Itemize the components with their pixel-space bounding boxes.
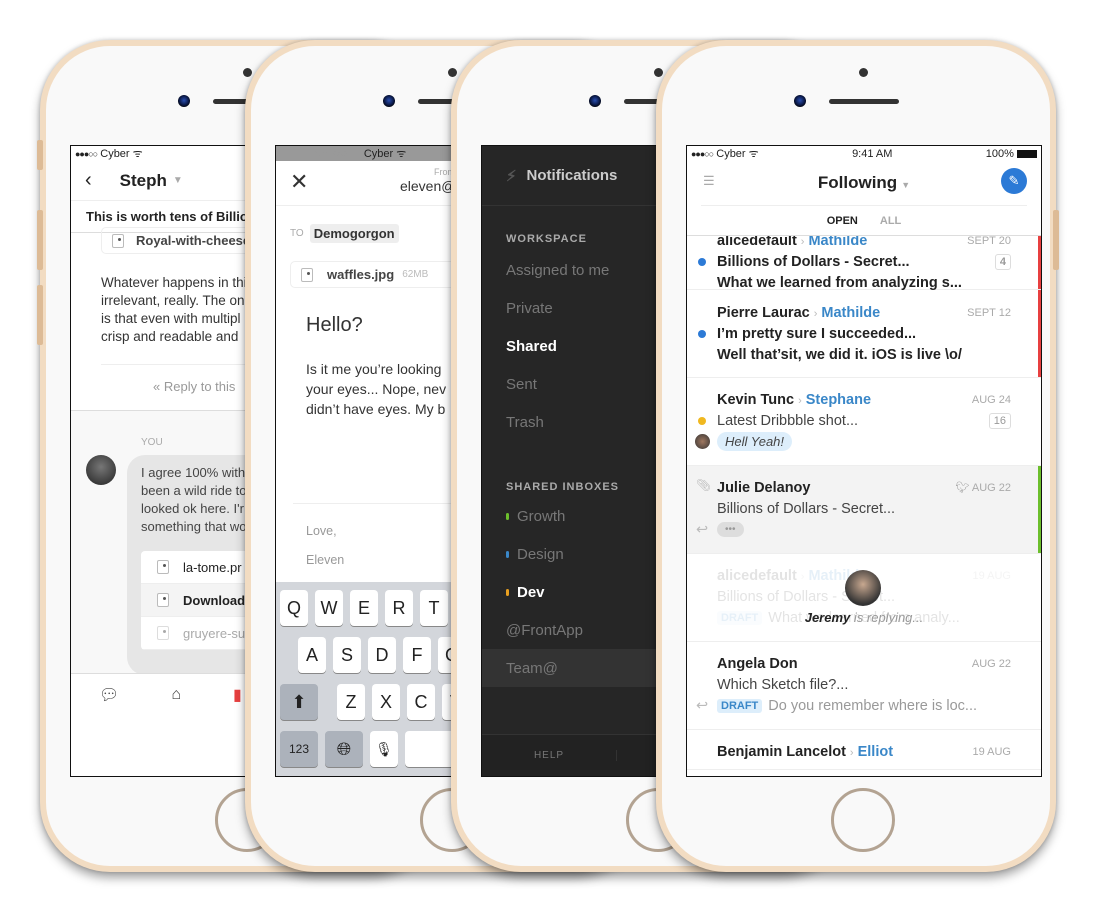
camera-icon	[383, 95, 395, 107]
key[interactable]: A	[298, 637, 326, 673]
list-item[interactable]: Kevin Tunc › Stephane AUG 24 Latest Dribbbl…	[687, 378, 1041, 466]
key[interactable]: Z	[337, 684, 365, 720]
camera-icon	[178, 95, 190, 107]
key[interactable]: T	[420, 590, 448, 626]
key[interactable]: D	[368, 637, 396, 673]
close-icon[interactable]: ✕	[290, 169, 308, 195]
help-button[interactable]: HELP	[482, 750, 617, 761]
avatar	[695, 434, 710, 449]
comment-icon[interactable]: 💬︎	[99, 685, 119, 705]
compose-button[interactable]: ✎	[1001, 168, 1027, 194]
camera-icon	[794, 95, 806, 107]
reply-icon: ↩	[696, 697, 709, 714]
globe-icon[interactable]: 🌐︎	[325, 731, 363, 767]
list-item[interactable]: 📎︎ Julie Delanoy 🐦︎ AUG 22 Billions of Do…	[687, 466, 1041, 554]
conversation-list: alicedefault › Mathilde SEPT 20 Billions of…	[687, 235, 1041, 776]
inbox-title[interactable]: Following ▼	[687, 173, 1041, 193]
status-bar: ●●●○○ Cyber ᯤ 9:41 AM 100%	[687, 146, 1041, 161]
twitter-icon: 🐦︎	[955, 482, 970, 494]
tab-open[interactable]: OPEN	[827, 215, 858, 227]
bookmark-icon[interactable]: ▮	[233, 685, 242, 705]
list-item[interactable]: Benjamin Lancelot › Elliot 19 AUG	[687, 730, 1041, 770]
list-item[interactable]: alicedefault › Mathilde SEPT 20 Billions of…	[687, 236, 1041, 291]
numbers-key[interactable]: 123	[280, 731, 318, 767]
paperclip-icon: 📎︎	[696, 478, 712, 492]
microphone-icon[interactable]: 🎙︎	[370, 731, 398, 767]
image-file-icon	[301, 267, 313, 282]
reply-icon: ↩	[696, 521, 709, 538]
camera-icon	[589, 95, 601, 107]
phone-inbox: ●●●○○ Cyber ᯤ 9:41 AM 100% ☰ Following ▼ …	[656, 40, 1059, 872]
image-file-icon	[112, 233, 124, 248]
list-item[interactable]: Angela Don AUG 22 Which Sketch file?... ↩…	[687, 642, 1041, 730]
back-icon[interactable]: ‹	[85, 169, 92, 192]
replying-indicator: Jeremy is replying...	[804, 610, 924, 625]
list-item[interactable]: alicedefault › Mathilde 19 AUG Billions of …	[687, 554, 1041, 642]
mockup-stage: ●●●○○ Cyber ︎ᯤ 9:41 ‹ Steph ▼ This is wo…	[0, 0, 1100, 914]
key[interactable]: W	[315, 590, 343, 626]
key[interactable]: X	[372, 684, 400, 720]
key[interactable]: R	[385, 590, 413, 626]
chevron-down-icon[interactable]: ▼	[173, 175, 183, 186]
typing-indicator: •••	[717, 522, 744, 537]
conversation-title[interactable]: Steph	[120, 171, 167, 191]
tab-all[interactable]: ALL	[880, 215, 901, 227]
tag-icon[interactable]: ⌂	[171, 686, 181, 704]
reply-all-icon: «	[153, 379, 161, 394]
chevron-down-icon: ▼	[901, 180, 911, 190]
tabs: OPEN ALL	[701, 205, 1027, 235]
key[interactable]: F	[403, 637, 431, 673]
lightning-icon: ⚡︎	[506, 167, 517, 185]
replying-avatar	[845, 570, 881, 606]
key[interactable]: Q	[280, 590, 308, 626]
key[interactable]: C	[407, 684, 435, 720]
key[interactable]: E	[350, 590, 378, 626]
list-item[interactable]: Pierre Laurac › Mathilde SEPT 12 I’m pretty…	[687, 290, 1041, 378]
recipient-chip[interactable]: Demogorgon	[309, 224, 399, 243]
avatar	[86, 455, 116, 485]
sender-label: YOU	[141, 437, 163, 448]
shift-key[interactable]: ⬆	[280, 684, 318, 720]
battery-icon	[1016, 149, 1037, 158]
home-button[interactable]	[831, 788, 895, 852]
key[interactable]: S	[333, 637, 361, 673]
